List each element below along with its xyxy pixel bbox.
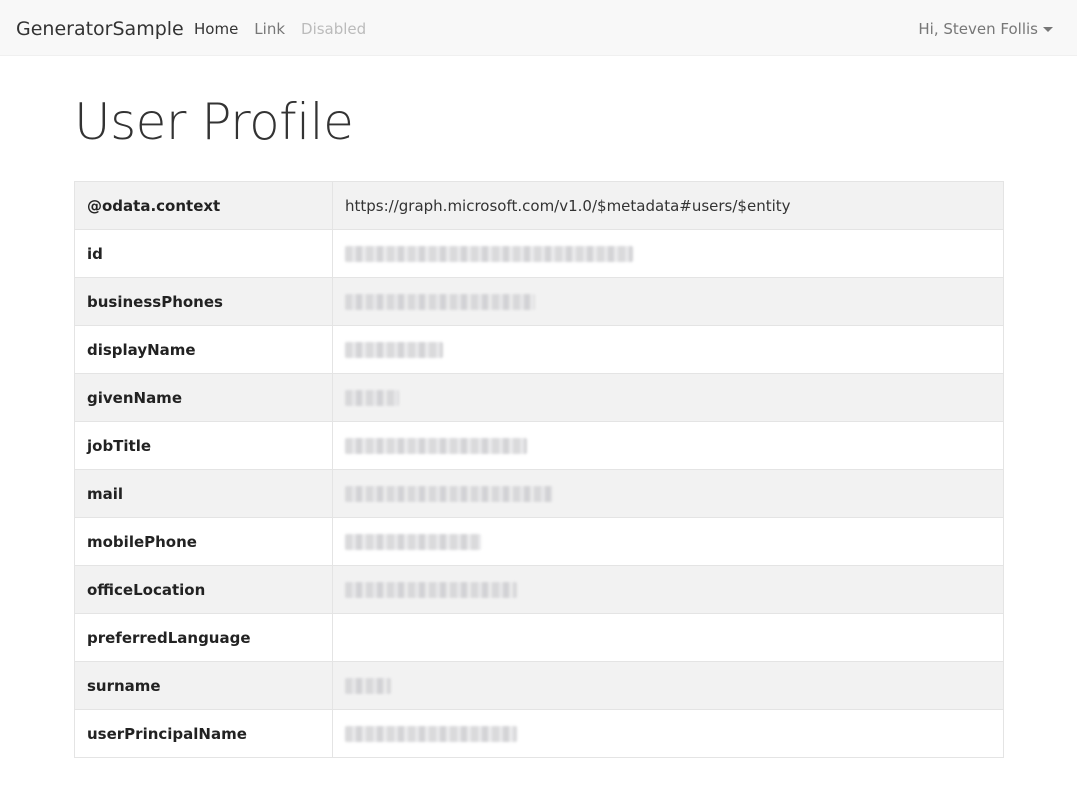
profile-key: @odata.context	[74, 181, 333, 230]
profile-table: @odata.context https://graph.microsoft.co…	[74, 181, 1004, 758]
table-row: jobTitle	[74, 421, 1004, 470]
nav-link-link[interactable]: Link	[254, 19, 285, 39]
top-navbar: GeneratorSample Home Link Disabled Hi, S…	[0, 0, 1077, 56]
profile-key: id	[74, 229, 333, 278]
table-row: businessPhones	[74, 277, 1004, 326]
table-row: preferredLanguage	[74, 613, 1004, 662]
profile-key: businessPhones	[74, 277, 333, 326]
table-row: mobilePhone	[74, 517, 1004, 566]
profile-value	[332, 421, 1004, 470]
nav-link-disabled: Disabled	[301, 20, 367, 38]
table-row: surname	[74, 661, 1004, 710]
profile-value	[332, 469, 1004, 518]
profile-key: surname	[74, 661, 333, 710]
profile-value	[332, 709, 1004, 758]
redacted-value	[345, 486, 553, 502]
redacted-value	[345, 438, 527, 454]
profile-value	[332, 229, 1004, 278]
table-row: officeLocation	[74, 565, 1004, 614]
profile-key: jobTitle	[74, 421, 333, 470]
profile-value	[332, 325, 1004, 374]
profile-key: mail	[74, 469, 333, 518]
profile-value	[332, 661, 1004, 710]
profile-key: displayName	[74, 325, 333, 374]
profile-value	[332, 373, 1004, 422]
table-row: @odata.context https://graph.microsoft.co…	[74, 181, 1004, 230]
redacted-value	[345, 246, 633, 262]
nav-links: Home Link Disabled	[194, 19, 382, 39]
profile-value: https://graph.microsoft.com/v1.0/$metada…	[332, 181, 1004, 230]
profile-value-text: https://graph.microsoft.com/v1.0/$metada…	[345, 196, 791, 215]
redacted-value	[345, 390, 399, 406]
redacted-value	[345, 726, 517, 742]
profile-value	[332, 277, 1004, 326]
brand-link[interactable]: GeneratorSample	[16, 17, 184, 41]
redacted-value	[345, 534, 481, 550]
table-row: displayName	[74, 325, 1004, 374]
user-greeting: Hi, Steven Follis	[918, 20, 1038, 38]
redacted-value	[345, 342, 443, 358]
profile-key: officeLocation	[74, 565, 333, 614]
redacted-value	[345, 294, 535, 310]
profile-value	[332, 613, 1004, 662]
profile-value	[332, 517, 1004, 566]
profile-key: preferredLanguage	[74, 613, 333, 662]
profile-value	[332, 565, 1004, 614]
redacted-value	[345, 678, 391, 694]
user-menu-dropdown[interactable]: Hi, Steven Follis	[918, 19, 1053, 39]
profile-key: userPrincipalName	[74, 709, 333, 758]
table-row: id	[74, 229, 1004, 278]
table-row: userPrincipalName	[74, 709, 1004, 758]
table-row: givenName	[74, 373, 1004, 422]
profile-key: mobilePhone	[74, 517, 333, 566]
caret-down-icon	[1043, 26, 1053, 32]
page-title: User Profile	[74, 93, 354, 151]
redacted-value	[345, 582, 517, 598]
table-row: mail	[74, 469, 1004, 518]
profile-key: givenName	[74, 373, 333, 422]
nav-link-home[interactable]: Home	[194, 19, 238, 39]
